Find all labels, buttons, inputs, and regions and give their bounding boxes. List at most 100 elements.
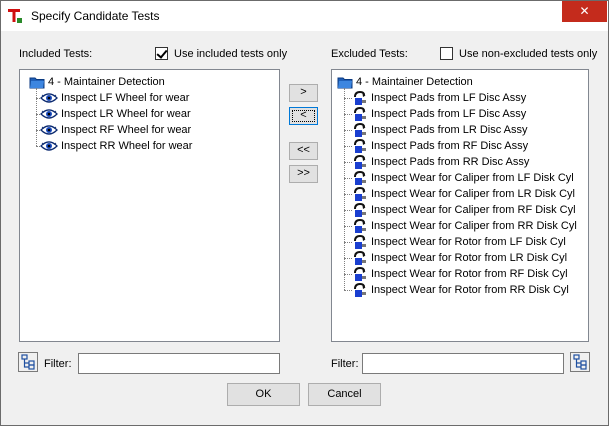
wrench-tool-icon [352,170,368,186]
excluded-tests-heading: Excluded Tests: [331,48,408,60]
use-included-only-checkbox[interactable] [155,47,168,60]
tree-item[interactable]: Inspect Wear for Rotor from RR Disk Cyl [352,282,569,298]
tree-item-label: Inspect Wear for Caliper from RF Disk Cy… [371,204,576,216]
tree-item[interactable]: Inspect LF Wheel for wear [40,90,189,106]
included-group-label: 4 - Maintainer Detection [48,76,165,88]
tree-item-label: Inspect Pads from RR Disc Assy [371,156,530,168]
tree-connector [344,194,352,195]
tree-item[interactable]: Inspect Wear for Caliper from RF Disk Cy… [352,202,576,218]
tree-connector [344,130,352,131]
wrench-tool-icon [352,138,368,154]
included-filter-input[interactable] [78,353,280,374]
tree-connector [344,146,352,147]
tree-item-label: Inspect LF Wheel for wear [61,92,190,104]
tree-connector [344,178,352,179]
tree-connector [344,290,352,291]
tree-item-label: Inspect Wear for Caliper from LF Disk Cy… [371,172,574,184]
tree-item[interactable]: Inspect Wear for Rotor from LF Disk Cyl [352,234,566,250]
tree-item[interactable]: Inspect Pads from LR Disc Assy [352,122,528,138]
eye-icon [40,108,58,120]
wrench-tool-icon [352,154,368,170]
tree-item[interactable]: Inspect Wear for Caliper from LR Disk Cy… [352,186,575,202]
window-title: Specify Candidate Tests [31,9,160,23]
tree-connector [36,88,37,146]
tree-item-label: Inspect Pads from LF Disc Assy [371,108,527,120]
tree-item[interactable]: Inspect Pads from RF Disc Assy [352,138,528,154]
tree-connector [344,98,352,99]
tree-item[interactable]: Inspect Wear for Rotor from RF Disk Cyl [352,266,568,282]
move-left-button[interactable]: < [289,107,318,125]
tree-item[interactable]: Inspect Pads from LF Disc Assy [352,106,526,122]
close-icon: ✕ [579,4,590,18]
included-tests-heading: Included Tests: [19,48,93,60]
excluded-tree-view-toggle[interactable] [570,352,590,372]
tree-item[interactable]: Inspect Wear for Caliper from LF Disk Cy… [352,170,574,186]
tree-item-label: Inspect Wear for Rotor from LF Disk Cyl [371,236,566,248]
tree-item-label: Inspect RR Wheel for wear [61,140,193,152]
wrench-tool-icon [352,282,368,298]
wrench-tool-icon [352,186,368,202]
tree-item-label: Inspect Pads from LF Disc Assy [371,92,527,104]
excluded-tests-tree[interactable]: 4 - Maintainer Detection Inspect Pads fr… [331,69,589,342]
excluded-filter-label: Filter: [331,358,359,370]
tree-item-label: Inspect Wear for Rotor from RF Disk Cyl [371,268,568,280]
tree-connector [344,88,345,290]
title-bar: Specify Candidate Tests ✕ [1,1,608,31]
use-non-excluded-only-label: Use non-excluded tests only [459,47,598,60]
tree-connector [344,258,352,259]
tree-item-label: Inspect Wear for Rotor from RR Disk Cyl [371,284,569,296]
wrench-tool-icon [352,90,368,106]
excluded-group-node[interactable]: 4 - Maintainer Detection [337,74,473,90]
tree-connector [344,162,352,163]
move-right-button[interactable]: > [289,84,318,102]
tree-item-label: Inspect LR Wheel for wear [61,108,191,120]
move-all-right-button[interactable]: >> [289,165,318,183]
wrench-tool-icon [352,266,368,282]
wrench-tool-icon [352,234,368,250]
wrench-tool-icon [352,218,368,234]
tree-item[interactable]: Inspect Pads from RR Disc Assy [352,154,529,170]
eye-icon [40,140,58,152]
use-non-excluded-only-toggle[interactable]: Use non-excluded tests only [440,47,597,60]
tree-view-icon [571,353,589,371]
use-non-excluded-only-checkbox[interactable] [440,47,453,60]
excluded-group-label: 4 - Maintainer Detection [356,76,473,88]
wrench-tool-icon [352,250,368,266]
tree-item-label: Inspect Pads from LR Disc Assy [371,124,528,136]
move-all-left-button[interactable]: << [289,142,318,160]
ok-button[interactable]: OK [227,383,300,406]
tree-item[interactable]: Inspect Pads from LF Disc Assy [352,90,526,106]
use-included-only-label: Use included tests only [174,47,288,60]
included-tree-view-toggle[interactable] [18,352,38,372]
folder-icon [337,75,353,89]
tree-view-icon [19,353,37,371]
eye-icon [40,92,58,104]
tree-connector [344,210,352,211]
tree-item-label: Inspect Wear for Caliper from RR Disk Cy… [371,220,577,232]
tree-item[interactable]: Inspect RF Wheel for wear [40,122,191,138]
use-included-only-toggle[interactable]: Use included tests only [155,47,287,60]
wrench-tool-icon [352,106,368,122]
cancel-button[interactable]: Cancel [308,383,381,406]
tree-item-label: Inspect Wear for Rotor from LR Disk Cyl [371,252,568,264]
tree-item-label: Inspect Wear for Caliper from LR Disk Cy… [371,188,575,200]
tree-item[interactable]: Inspect LR Wheel for wear [40,106,191,122]
included-tests-tree[interactable]: 4 - Maintainer Detection Inspect LF Whee… [19,69,280,342]
app-red-t-icon [7,8,23,24]
folder-icon [29,75,45,89]
tree-item-label: Inspect Pads from RF Disc Assy [371,140,529,152]
eye-icon [40,124,58,136]
tree-item-label: Inspect RF Wheel for wear [61,124,192,136]
wrench-tool-icon [352,202,368,218]
included-filter-label: Filter: [44,358,72,370]
tree-connector [344,274,352,275]
tree-connector [344,226,352,227]
excluded-filter-input[interactable] [362,353,564,374]
included-group-node[interactable]: 4 - Maintainer Detection [29,74,165,90]
tree-connector [344,114,352,115]
tree-item[interactable]: Inspect Wear for Caliper from RR Disk Cy… [352,218,577,234]
close-button[interactable]: ✕ [562,1,607,22]
tree-item[interactable]: Inspect Wear for Rotor from LR Disk Cyl [352,250,567,266]
tree-item[interactable]: Inspect RR Wheel for wear [40,138,192,154]
dialog-window: Specify Candidate Tests ✕ Included Tests… [0,0,609,426]
